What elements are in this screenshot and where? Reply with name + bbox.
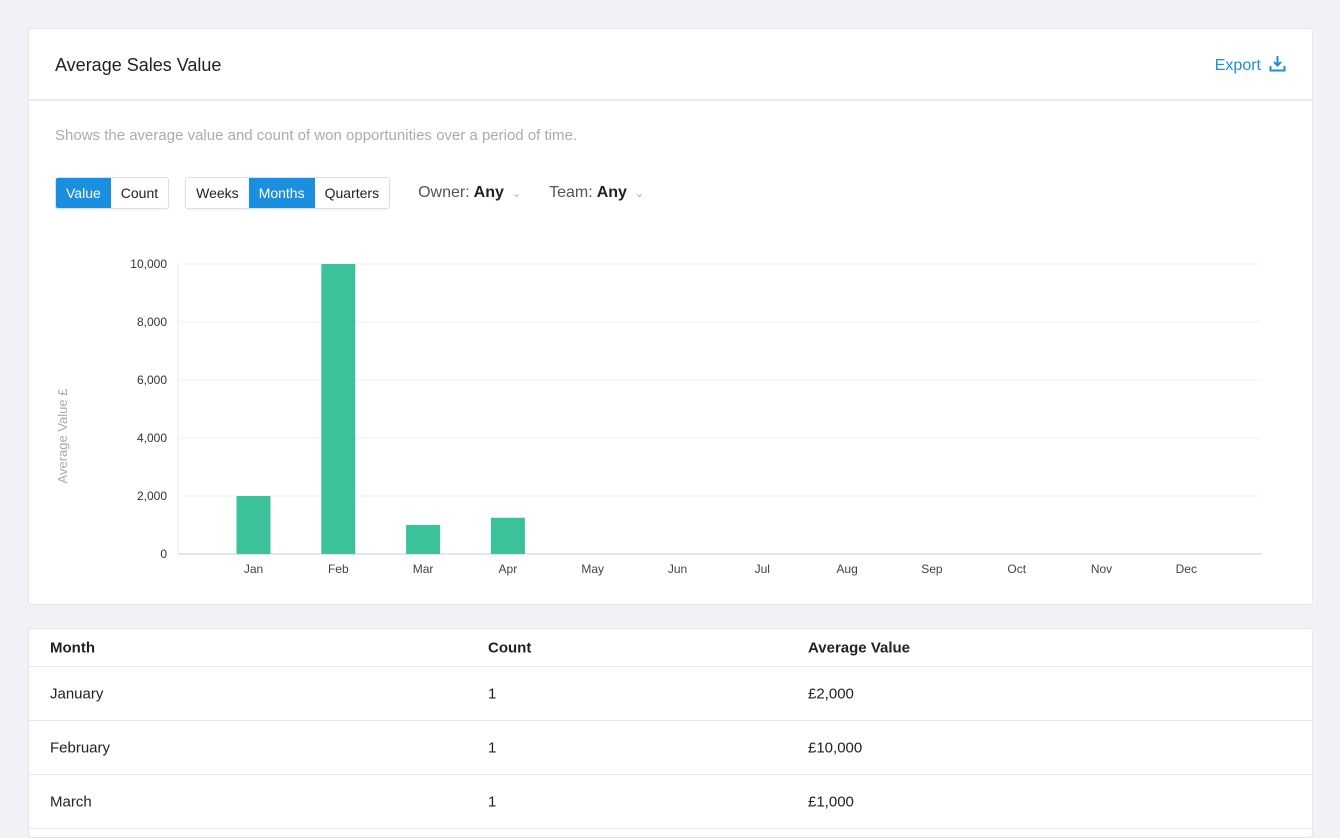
x-tick-label: Dec [1176,562,1197,576]
header-average-value: Average Value [808,639,911,656]
cell-month: January [50,685,104,702]
table-row: January 1 £2,000 [29,667,1312,721]
table-row: February 1 £10,000 [29,721,1312,775]
x-tick-label: Jan [244,562,263,576]
y-tick-label: 8,000 [137,315,167,329]
x-tick-label: Aug [836,562,857,576]
x-tick-label: Feb [328,562,349,576]
cell-count: 1 [488,739,497,756]
bar-mar [406,525,441,554]
x-tick-label: Nov [1091,562,1112,576]
cell-average-value: £2,000 [808,685,854,702]
x-tick-label: Apr [499,562,518,576]
x-tick-label: Jul [755,562,770,576]
x-tick-label: May [581,562,604,576]
cell-average-value: £1,000 [808,793,854,810]
x-tick-label: Mar [413,562,434,576]
table-row: March 1 £1,000 [29,775,1312,829]
cell-average-value: £10,000 [808,739,863,756]
header-month: Month [50,639,95,656]
x-tick-label: Jun [668,562,687,576]
cell-month: March [50,793,92,810]
bar-jan [236,496,271,554]
bar-chart: 0 2,000 4,000 6,000 8,000 10,000 Jan Feb Mar Apr M… [55,257,1262,576]
x-tick-label: Oct [1007,562,1026,576]
table-header-row: Month Count Average Value [29,629,1312,667]
y-tick-label: 10,000 [130,257,167,271]
y-tick-label: 4,000 [137,431,167,445]
cell-count: 1 [488,793,497,810]
y-tick-label: 6,000 [137,373,167,387]
y-tick-label: 0 [160,547,167,561]
y-axis-title: Average Value £ [55,388,70,484]
data-table: Month Count Average Value January 1 £2,0… [28,628,1313,838]
cell-count: 1 [488,685,497,702]
cell-month: February [50,739,111,756]
y-tick-label: 2,000 [137,489,167,503]
bar-feb [321,264,356,554]
x-tick-label: Sep [921,562,943,576]
average-sales-card: Average Sales Value Export Shows the ave… [28,28,1313,605]
header-count: Count [488,639,532,656]
bar-apr [490,517,525,554]
